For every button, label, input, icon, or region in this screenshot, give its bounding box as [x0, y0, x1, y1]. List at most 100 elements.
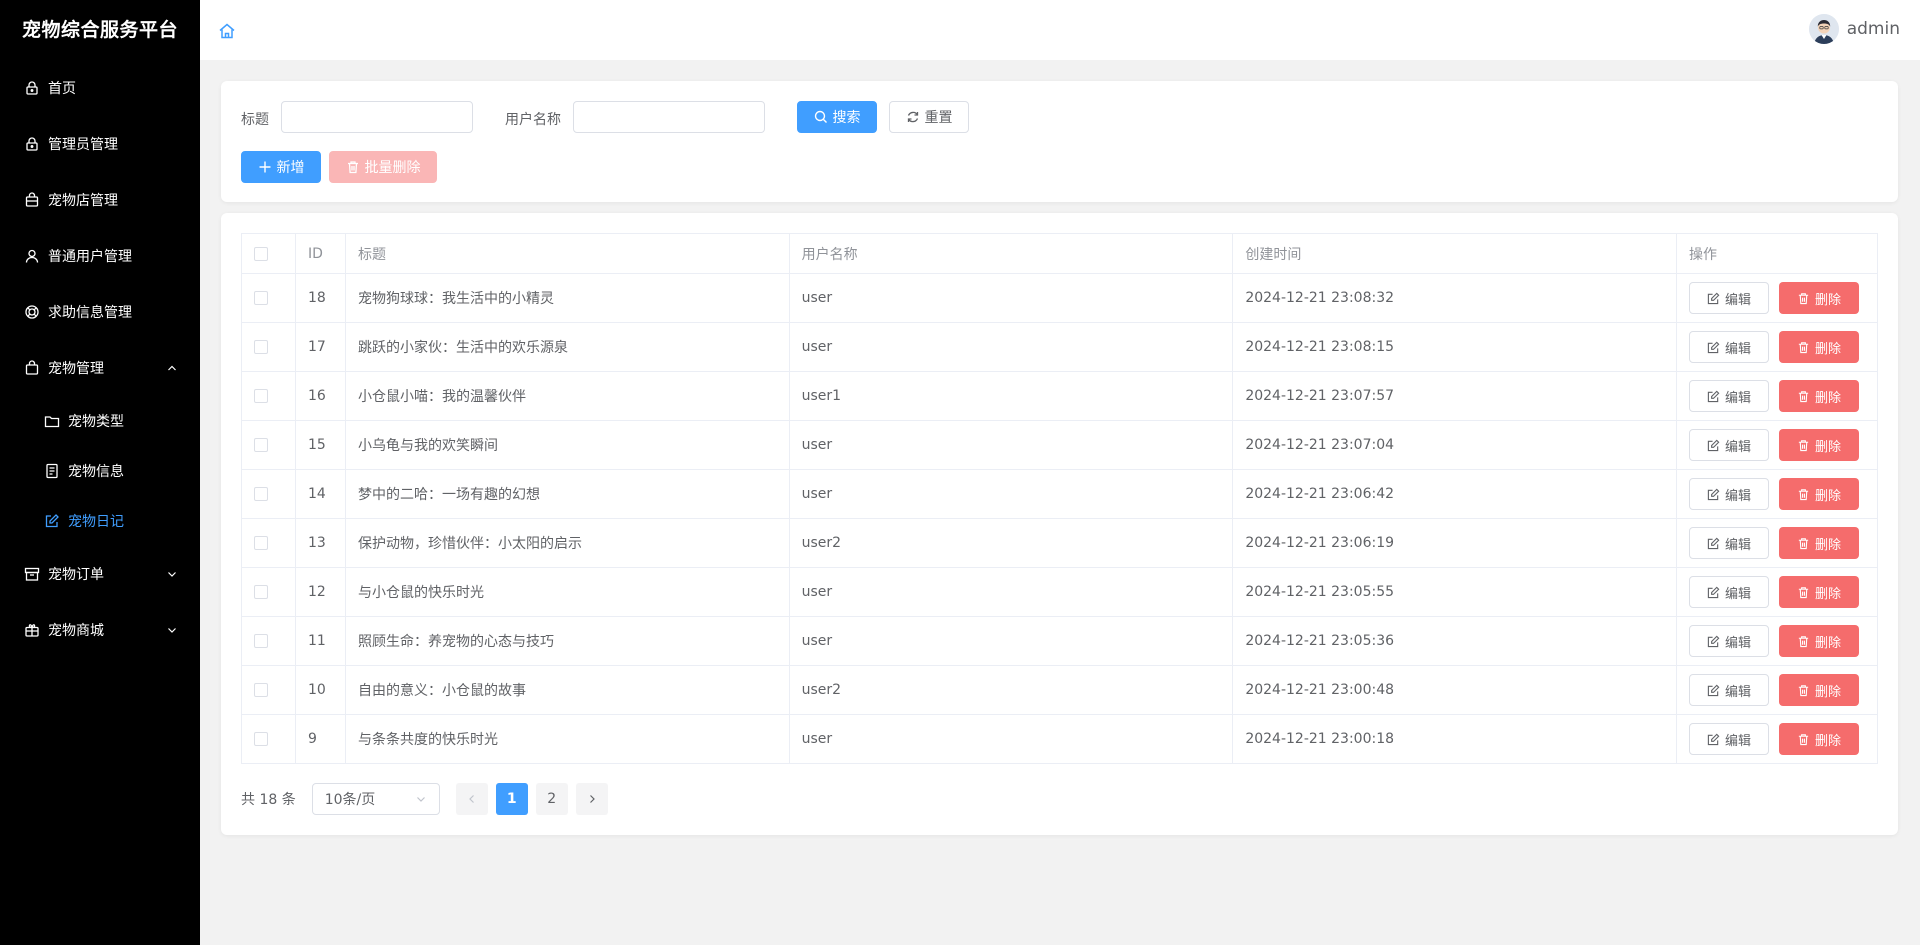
row-checkbox[interactable]	[254, 536, 268, 550]
sidebar-item-home[interactable]: 首页	[0, 60, 200, 116]
table-row: 17 跳跃的小家伙：生活中的欢乐源泉 user 2024-12-21 23:08:15…	[241, 322, 1878, 372]
row-user: user	[788, 273, 1234, 323]
sidebar-item-pet-orders[interactable]: 宠物订单	[0, 546, 200, 602]
delete-button[interactable]: 删除	[1779, 282, 1860, 314]
edit-button-label: 编辑	[1725, 292, 1752, 308]
row-checkbox[interactable]	[254, 487, 268, 501]
row-id: 14	[294, 469, 346, 519]
delete-button[interactable]: 删除	[1779, 478, 1860, 510]
delete-button[interactable]: 删除	[1779, 625, 1860, 657]
row-created: 2024-12-21 23:00:18	[1232, 714, 1678, 764]
chevron-up-icon	[168, 365, 176, 371]
sidebar-subitem-pet-type[interactable]: 宠物类型	[0, 396, 200, 446]
chevron-down-icon	[168, 628, 176, 633]
row-checkbox[interactable]	[254, 438, 268, 452]
select-all-checkbox[interactable]	[254, 246, 268, 261]
row-title: 梦中的二哈：一场有趣的幻想	[344, 469, 790, 519]
search-button[interactable]: 搜索	[797, 101, 877, 133]
sidebar-item-pet-shop[interactable]: 宠物店管理	[0, 172, 200, 228]
chevron-left-icon	[468, 795, 474, 803]
sidebar-item-label: 宠物店管理	[48, 193, 118, 209]
row-actions: 编辑 删除	[1676, 371, 1878, 421]
column-header-id: ID	[294, 233, 346, 274]
row-id: 12	[294, 567, 346, 617]
next-page-button[interactable]	[575, 783, 608, 815]
page-size-select[interactable]: 10条/页	[311, 783, 440, 815]
sidebar-item-users[interactable]: 普通用户管理	[0, 228, 200, 284]
edit-button[interactable]: 编辑	[1689, 478, 1770, 510]
edit-button[interactable]: 编辑	[1689, 527, 1770, 559]
page-button-2[interactable]: 2	[535, 783, 568, 815]
edit-button[interactable]: 编辑	[1689, 576, 1770, 608]
folder-icon	[44, 413, 60, 429]
edit-button-label: 编辑	[1725, 341, 1752, 357]
delete-button[interactable]: 删除	[1779, 331, 1860, 363]
edit-button-label: 编辑	[1725, 439, 1752, 455]
edit-button[interactable]: 编辑	[1689, 625, 1770, 657]
edit-icon	[1707, 635, 1720, 647]
user-name-search-input[interactable]	[573, 101, 765, 133]
row-checkbox[interactable]	[254, 340, 268, 354]
delete-button[interactable]: 删除	[1779, 380, 1860, 412]
search-panel: 标题 用户名称 搜索 重置 新增 批量删除	[221, 81, 1898, 202]
sidebar-subitem-pet-diary[interactable]: 宠物日记	[0, 496, 200, 546]
row-select-cell	[241, 518, 296, 568]
sidebar-item-label: 宠物订单	[48, 567, 104, 583]
diary-table: ID 标题 用户名称 创建时间 操作 18 宠物狗球球：我生活中的小精灵 user 2…	[241, 233, 1878, 764]
sidebar-subitem-pet-info[interactable]: 宠物信息	[0, 446, 200, 496]
sidebar-item-pet-management[interactable]: 宠物管理	[0, 340, 200, 396]
row-actions: 编辑 删除	[1676, 273, 1878, 323]
delete-button[interactable]: 删除	[1779, 674, 1860, 706]
edit-button[interactable]: 编辑	[1689, 380, 1770, 412]
sidebar-item-admin[interactable]: 管理员管理	[0, 116, 200, 172]
edit-button[interactable]: 编辑	[1689, 723, 1770, 755]
edit-button[interactable]: 编辑	[1689, 429, 1770, 461]
sidebar-item-label: 首页	[48, 81, 76, 97]
row-title: 宠物狗球球：我生活中的小精灵	[344, 273, 790, 323]
edit-icon	[1707, 488, 1720, 500]
row-select-cell	[241, 714, 296, 764]
row-checkbox[interactable]	[254, 732, 268, 746]
row-checkbox[interactable]	[254, 634, 268, 648]
delete-button-label: 删除	[1815, 439, 1842, 455]
delete-button-label: 删除	[1815, 292, 1842, 308]
row-select-cell	[241, 567, 296, 617]
row-checkbox[interactable]	[254, 389, 268, 403]
shop-bag-icon	[24, 192, 40, 208]
batch-delete-button[interactable]: 批量删除	[329, 151, 437, 183]
reset-button[interactable]: 重置	[889, 101, 969, 133]
edit-button[interactable]: 编辑	[1689, 331, 1770, 363]
title-search-input[interactable]	[281, 101, 473, 133]
row-created: 2024-12-21 23:07:04	[1232, 420, 1678, 470]
row-title: 跳跃的小家伙：生活中的欢乐源泉	[344, 322, 790, 372]
row-user: user2	[788, 665, 1234, 715]
sidebar-item-help[interactable]: 求助信息管理	[0, 284, 200, 340]
row-id: 10	[294, 665, 346, 715]
row-actions: 编辑 删除	[1676, 665, 1878, 715]
add-button[interactable]: 新增	[241, 151, 321, 183]
reset-button-label: 重置	[924, 110, 953, 126]
user-menu[interactable]: admin	[1808, 14, 1900, 44]
table-row: 13 保护动物，珍惜伙伴：小太阳的启示 user2 2024-12-21 23:06:…	[241, 518, 1878, 568]
row-title: 保护动物，珍惜伙伴：小太阳的启示	[344, 518, 790, 568]
home-icon[interactable]	[218, 22, 236, 40]
table-row: 14 梦中的二哈：一场有趣的幻想 user 2024-12-21 23:06:42 编辑…	[241, 469, 1878, 519]
sidebar-item-pet-mall[interactable]: 宠物商城	[0, 602, 200, 658]
delete-button[interactable]: 删除	[1779, 723, 1860, 755]
edit-button[interactable]: 编辑	[1689, 282, 1770, 314]
row-checkbox[interactable]	[254, 585, 268, 599]
edit-icon	[1707, 586, 1720, 598]
row-user: user	[788, 714, 1234, 764]
row-user: user	[788, 616, 1234, 666]
delete-button[interactable]: 删除	[1779, 576, 1860, 608]
row-checkbox[interactable]	[254, 291, 268, 305]
delete-button[interactable]: 删除	[1779, 527, 1860, 559]
table-row: 9 与条条共度的快乐时光 user 2024-12-21 23:00:18 编辑 删除	[241, 714, 1878, 764]
edit-button[interactable]: 编辑	[1689, 674, 1770, 706]
batch-delete-button-label: 批量删除	[364, 160, 421, 176]
row-select-cell	[241, 616, 296, 666]
row-checkbox[interactable]	[254, 683, 268, 697]
page-button-1[interactable]: 1	[495, 783, 528, 815]
prev-page-button[interactable]	[455, 783, 488, 815]
delete-button[interactable]: 删除	[1779, 429, 1860, 461]
